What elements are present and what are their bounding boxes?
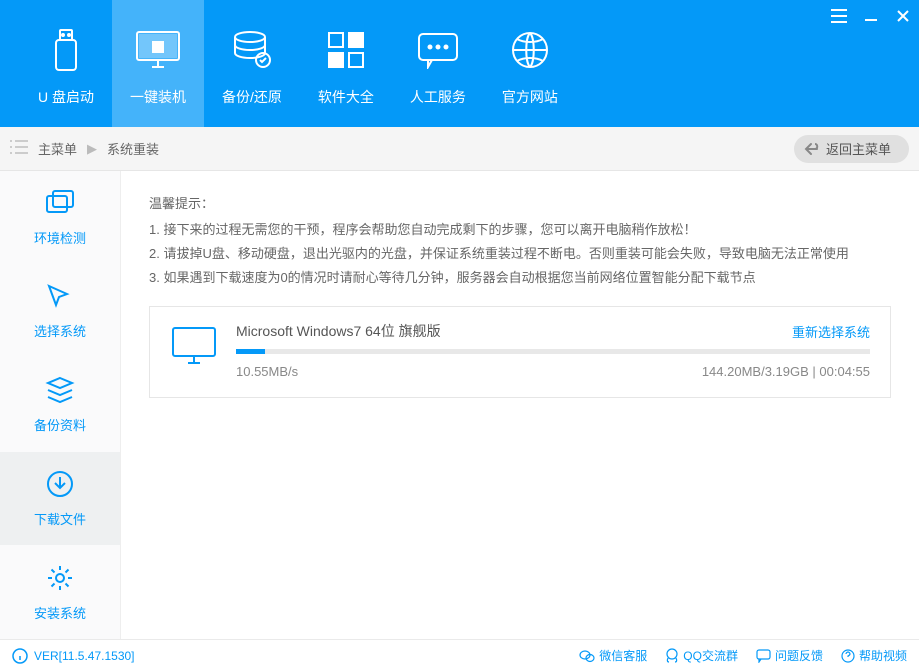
content-area: 温馨提示： 1. 接下来的过程无需您的干预，程序会帮助您自动完成剩下的步骤，您可… <box>121 171 919 639</box>
apps-icon <box>326 25 366 75</box>
info-icon <box>12 648 28 664</box>
nav-service[interactable]: 人工服务 <box>392 0 484 127</box>
system-monitor-icon <box>170 325 218 370</box>
nav-label: U 盘启动 <box>38 87 94 107</box>
tips-title: 温馨提示： <box>149 193 891 212</box>
nav-one-click[interactable]: 一键装机 <box>112 0 204 127</box>
nav-backup[interactable]: 备份/还原 <box>204 0 300 127</box>
progress-bar <box>236 349 870 354</box>
step-env-check[interactable]: 环境检测 <box>0 171 120 265</box>
nav-label: 人工服务 <box>410 87 466 107</box>
usb-icon <box>53 25 79 75</box>
chevron-right-icon: ▶ <box>87 141 97 157</box>
tips-list: 1. 接下来的过程无需您的干预，程序会帮助您自动完成剩下的步骤，您可以离开电脑稍… <box>149 218 891 290</box>
nav-label: 官方网站 <box>502 87 558 107</box>
globe-icon <box>510 25 550 75</box>
step-backup[interactable]: 备份资料 <box>0 358 120 452</box>
step-label: 环境检测 <box>34 228 86 247</box>
download-icon <box>45 469 75 499</box>
main-body: 环境检测 选择系统 备份资料 下载文件 安装系统 温馨提示： 1. 接下来的过程… <box>0 171 919 639</box>
download-progress: 144.20MB/3.19GB | 00:04:55 <box>702 364 870 379</box>
top-nav: U 盘启动 一键装机 备份/还原 软件大全 人工服务 <box>0 0 919 127</box>
back-button[interactable]: 返回主菜单 <box>794 135 909 163</box>
qq-link[interactable]: QQ交流群 <box>665 647 738 664</box>
close-icon[interactable] <box>893 6 913 26</box>
feedback-icon <box>756 649 771 663</box>
nav-label: 一键装机 <box>130 87 186 107</box>
version-info[interactable]: VER[11.5.47.1530] <box>12 648 135 664</box>
step-label: 下载文件 <box>34 509 86 528</box>
window-controls <box>829 6 913 26</box>
step-label: 安装系统 <box>34 603 86 622</box>
step-select-system[interactable]: 选择系统 <box>0 265 120 359</box>
download-card: Microsoft Windows7 64位 旗舰版 重新选择系统 10.55M… <box>149 306 891 398</box>
step-sidebar: 环境检测 选择系统 备份资料 下载文件 安装系统 <box>0 171 121 639</box>
progress-fill <box>236 349 265 354</box>
nav-label: 备份/还原 <box>222 87 282 107</box>
download-title: Microsoft Windows7 64位 旗舰版 <box>236 321 441 341</box>
minimize-icon[interactable] <box>861 6 881 26</box>
wechat-icon <box>579 649 595 663</box>
step-label: 备份资料 <box>34 415 86 434</box>
version-text: VER[11.5.47.1530] <box>34 649 135 663</box>
database-icon <box>231 25 273 75</box>
layers-icon <box>44 188 76 218</box>
step-install[interactable]: 安装系统 <box>0 545 120 639</box>
nav-website[interactable]: 官方网站 <box>484 0 576 127</box>
nav-usb-boot[interactable]: U 盘启动 <box>20 0 112 127</box>
gear-icon <box>45 563 75 593</box>
stack-icon <box>45 375 75 405</box>
download-body: Microsoft Windows7 64位 旗舰版 重新选择系统 10.55M… <box>236 321 870 379</box>
step-download[interactable]: 下载文件 <box>0 452 120 546</box>
tip-item: 2. 请拔掉U盘、移动硬盘，退出光驱内的光盘，并保证系统重装过程不断电。否则重装… <box>149 242 891 266</box>
cursor-icon <box>46 283 74 311</box>
status-bar: VER[11.5.47.1530] 微信客服 QQ交流群 问题反馈 帮助视频 <box>0 639 919 671</box>
tip-item: 3. 如果遇到下载速度为0的情况时请耐心等待几分钟，服务器会自动根据您当前网络位… <box>149 266 891 290</box>
menu-icon[interactable] <box>829 6 849 26</box>
qq-icon <box>665 648 679 664</box>
nav-software[interactable]: 软件大全 <box>300 0 392 127</box>
breadcrumb: 主菜单 ▶ 系统重装 <box>10 139 159 158</box>
back-arrow-icon <box>804 142 820 156</box>
tip-item: 1. 接下来的过程无需您的干预，程序会帮助您自动完成剩下的步骤，您可以离开电脑稍… <box>149 218 891 242</box>
back-label: 返回主菜单 <box>826 139 891 158</box>
help-link[interactable]: 帮助视频 <box>841 647 907 664</box>
feedback-link[interactable]: 问题反馈 <box>756 647 823 664</box>
nav-label: 软件大全 <box>318 87 374 107</box>
breadcrumb-root[interactable]: 主菜单 <box>38 139 77 158</box>
list-icon <box>10 140 28 157</box>
chat-icon <box>416 25 460 75</box>
app-header: U 盘启动 一键装机 备份/还原 软件大全 人工服务 <box>0 0 919 127</box>
download-speed: 10.55MB/s <box>236 364 298 379</box>
monitor-icon <box>134 25 182 75</box>
help-icon <box>841 649 855 663</box>
breadcrumb-current: 系统重装 <box>107 139 159 158</box>
reselect-system-link[interactable]: 重新选择系统 <box>792 322 870 341</box>
footer-links: 微信客服 QQ交流群 问题反馈 帮助视频 <box>579 647 907 664</box>
step-label: 选择系统 <box>34 321 86 340</box>
sub-header: 主菜单 ▶ 系统重装 返回主菜单 <box>0 127 919 171</box>
wechat-link[interactable]: 微信客服 <box>579 647 647 664</box>
